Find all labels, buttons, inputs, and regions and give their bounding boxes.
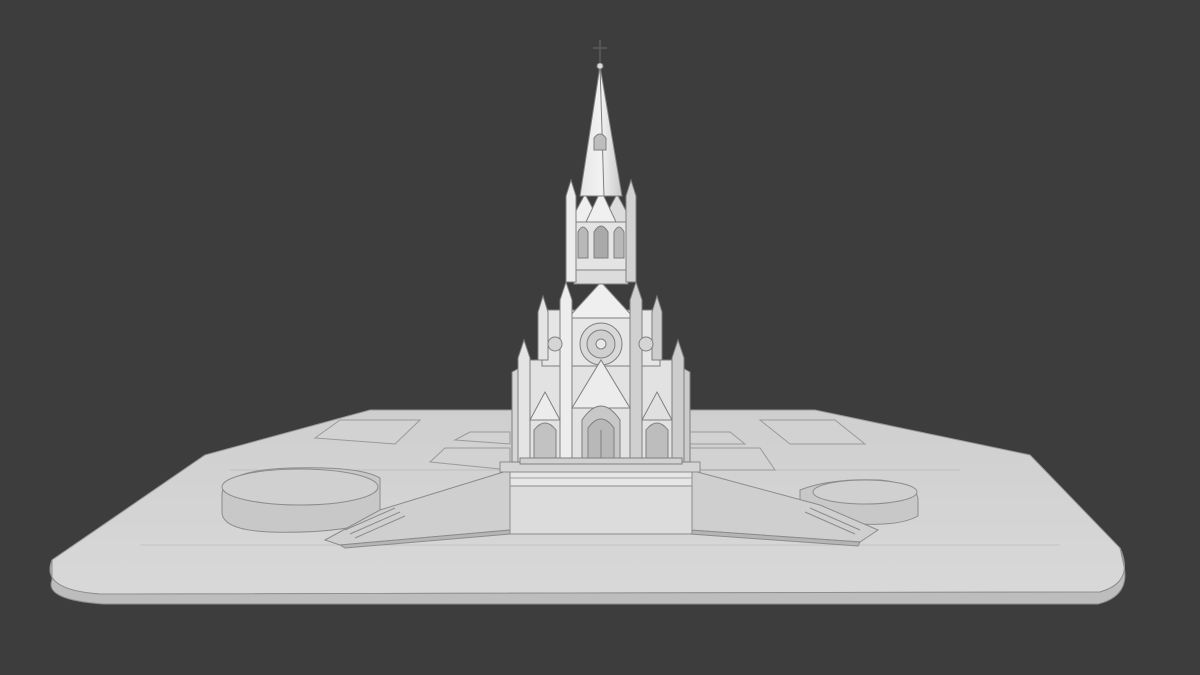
- church-facade: [511, 280, 691, 465]
- cross-icon: [593, 40, 607, 63]
- central-plinth: [499, 461, 701, 535]
- model-render: [49, 40, 1126, 605]
- spire: [579, 62, 623, 197]
- 3d-viewport[interactable]: [0, 0, 1200, 675]
